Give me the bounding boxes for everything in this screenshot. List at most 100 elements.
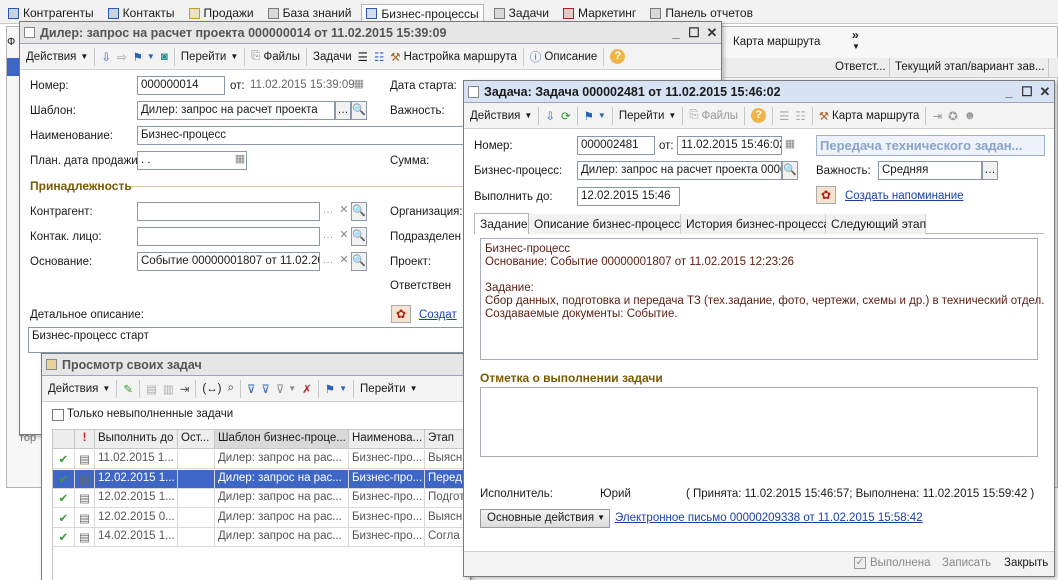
route-settings-button[interactable]: ⚒ Настройка маршрута [387,47,520,67]
task-structure-icon[interactable]: ⚑ ▼ [581,106,609,126]
route-map-button[interactable]: ⚒ Карта маршрута [816,106,923,126]
name-field[interactable]: Бизнес-процесс [137,126,467,145]
contact-clear-icon[interactable]: ✕ [336,227,352,246]
task-tab-3[interactable]: Следующий этап [826,214,926,234]
background-route-label[interactable]: Карта маршрута [733,36,820,48]
filter-list-icon[interactable]: ⊽ ▼ [273,379,299,399]
counterparty-field[interactable] [137,202,320,221]
list-icon[interactable]: ☰ [355,47,371,67]
close-task-button[interactable]: Закрыть [1004,557,1048,569]
maximize-button[interactable]: ☐ [685,25,703,41]
copy-icon[interactable]: ▤ [143,379,160,399]
bp-create-icon[interactable]: ✿ [391,305,411,323]
task-importance-field[interactable]: Средняя [878,161,982,180]
find-icon[interactable]: ⌕ [225,379,237,399]
plan-date-calendar-icon[interactable]: ▦ [232,151,248,170]
app-tab-4[interactable]: Бизнес-процессы [361,4,484,22]
from-date-field[interactable]: 11.02.2015 15:39:09 [246,76,366,95]
filter-value-icon[interactable]: ⊽ [258,379,272,399]
contact-search-icon[interactable]: 🔍 [351,227,367,246]
app-tab-5[interactable]: Задачи [490,4,553,22]
task-number-field[interactable]: 000002481 [577,136,655,155]
app-tab-0[interactable]: Контрагенты [4,4,98,22]
task-calendar-icon[interactable]: ▦ [782,136,798,155]
save-button[interactable]: Записать [942,557,991,569]
post-icon[interactable]: ⇨ [114,47,130,67]
number-field[interactable]: 000000014 [137,76,225,95]
task-tab-1[interactable]: Описание бизнес-процесса [529,214,687,234]
main-actions-button[interactable]: Основные действия ▼ [480,509,610,528]
template-field[interactable]: Дилер: запрос на расчет проекта [137,101,335,120]
detail-text[interactable]: Бизнес-процесс старт [28,327,468,353]
template-select-button[interactable]: … [335,101,351,120]
app-tab-6[interactable]: Маркетинг [559,4,640,22]
structure-icon[interactable]: ⚑ ▼ [130,47,158,67]
task-refresh-icon[interactable]: ⟳ [558,106,574,126]
hierarchy-icon[interactable]: (↔) [199,379,224,399]
contact-person-field[interactable] [137,227,320,246]
task-checklist-icon[interactable]: ☷ [792,106,808,126]
stop-icon[interactable]: ✪ [945,106,961,126]
counterparty-clear-icon[interactable]: ✕ [336,202,352,221]
plan-date-field[interactable]: . . [137,151,247,170]
importance-select-button[interactable]: … [982,161,998,180]
task-goto-menu[interactable]: Перейти ▼ [616,106,680,126]
basis-field[interactable]: Событие 00000001807 от 11.02.201 [137,252,320,271]
done-checkbox[interactable]: ✓ [854,557,866,569]
minimize-button[interactable]: _ [667,25,685,40]
close-button[interactable]: ✕ [703,25,721,41]
app-tab-7[interactable]: Панель отчетов [646,4,757,22]
own-tasks-titlebar[interactable]: Просмотр своих задач [42,354,470,376]
task-actions-menu[interactable]: Действия ▼ [467,106,535,126]
user-icon[interactable]: ☻ [961,106,979,126]
basis-select-button[interactable]: … [320,252,336,271]
task-tab-0[interactable]: Задание [474,213,529,234]
task-files-button[interactable]: ⎘ Файлы [686,106,741,126]
structure-menu-icon[interactable]: ⚑ ▼ [322,379,350,399]
basis-search-icon[interactable]: 🔍 [351,252,367,271]
basis-clear-icon[interactable]: ✕ [336,252,352,271]
only-unfinished-checkbox[interactable] [52,409,64,421]
col-template[interactable]: Шаблон бизнес-проце... [215,430,349,449]
delete-icon[interactable]: ▥ [160,379,177,399]
task-close-button[interactable]: ✕ [1036,84,1054,100]
task-text[interactable]: Бизнес-процесс Основание: Событие 000000… [480,238,1044,360]
create-reminder-link[interactable]: Создать напоминание [845,190,964,202]
filter-icon[interactable]: ⊽ [244,379,258,399]
actions-menu[interactable]: Действия ▼ [23,47,91,67]
app-tab-3[interactable]: База знаний [264,4,356,22]
create-link[interactable]: Создат [419,309,457,321]
dealer-titlebar[interactable]: Дилер: запрос на расчет проекта 00000001… [20,22,721,44]
files-button[interactable]: ⎘ Файлы [248,47,303,67]
counterparty-select-button[interactable]: … [320,202,336,221]
col-due[interactable]: Выполнить до [95,430,178,449]
contact-select-button[interactable]: … [320,227,336,246]
email-link[interactable]: Электронное письмо 00000209338 от 11.02.… [615,512,923,524]
bp-search-icon[interactable]: 🔍 [782,161,798,180]
task-maximize-button[interactable]: ☐ [1018,84,1036,100]
save-close-icon[interactable]: ⇩ [98,47,114,67]
task-minimize-button[interactable]: _ [1000,84,1018,99]
bp-field[interactable]: Дилер: запрос на расчет проекта 0000 [577,161,782,180]
help-icon[interactable]: ? [607,47,628,67]
redirect-icon[interactable]: ⇥ [929,106,945,126]
tasks-button[interactable]: Задачи [310,47,355,67]
background-more-button[interactable]: » ▼ [852,29,860,52]
col-name[interactable]: Наименова... [349,430,425,449]
goto-task-icon[interactable]: ⇥ [177,379,193,399]
task-titlebar[interactable]: Задача: Задача 000002481 от 11.02.2015 1… [464,81,1054,103]
tasks-goto-menu[interactable]: Перейти ▼ [357,379,421,399]
task-help-icon[interactable]: ? [748,106,769,126]
tasks-actions-menu[interactable]: Действия ▼ [45,379,113,399]
edit-icon[interactable]: ✎ [120,379,136,399]
goto-menu[interactable]: Перейти ▼ [178,47,242,67]
task-save-icon[interactable]: ⇩ [542,106,558,126]
app-tab-2[interactable]: Продажи [185,4,258,22]
task-list-icon[interactable]: ☰ [776,106,792,126]
completion-box[interactable] [480,387,1038,457]
app-tab-1[interactable]: Контакты [104,4,179,22]
template-search-icon[interactable]: 🔍 [351,101,367,120]
clear-filter-icon[interactable]: ✗ [299,379,315,399]
contact-icon[interactable]: ◙ [158,47,171,67]
due-field[interactable]: 12.02.2015 15:46 [577,187,680,206]
